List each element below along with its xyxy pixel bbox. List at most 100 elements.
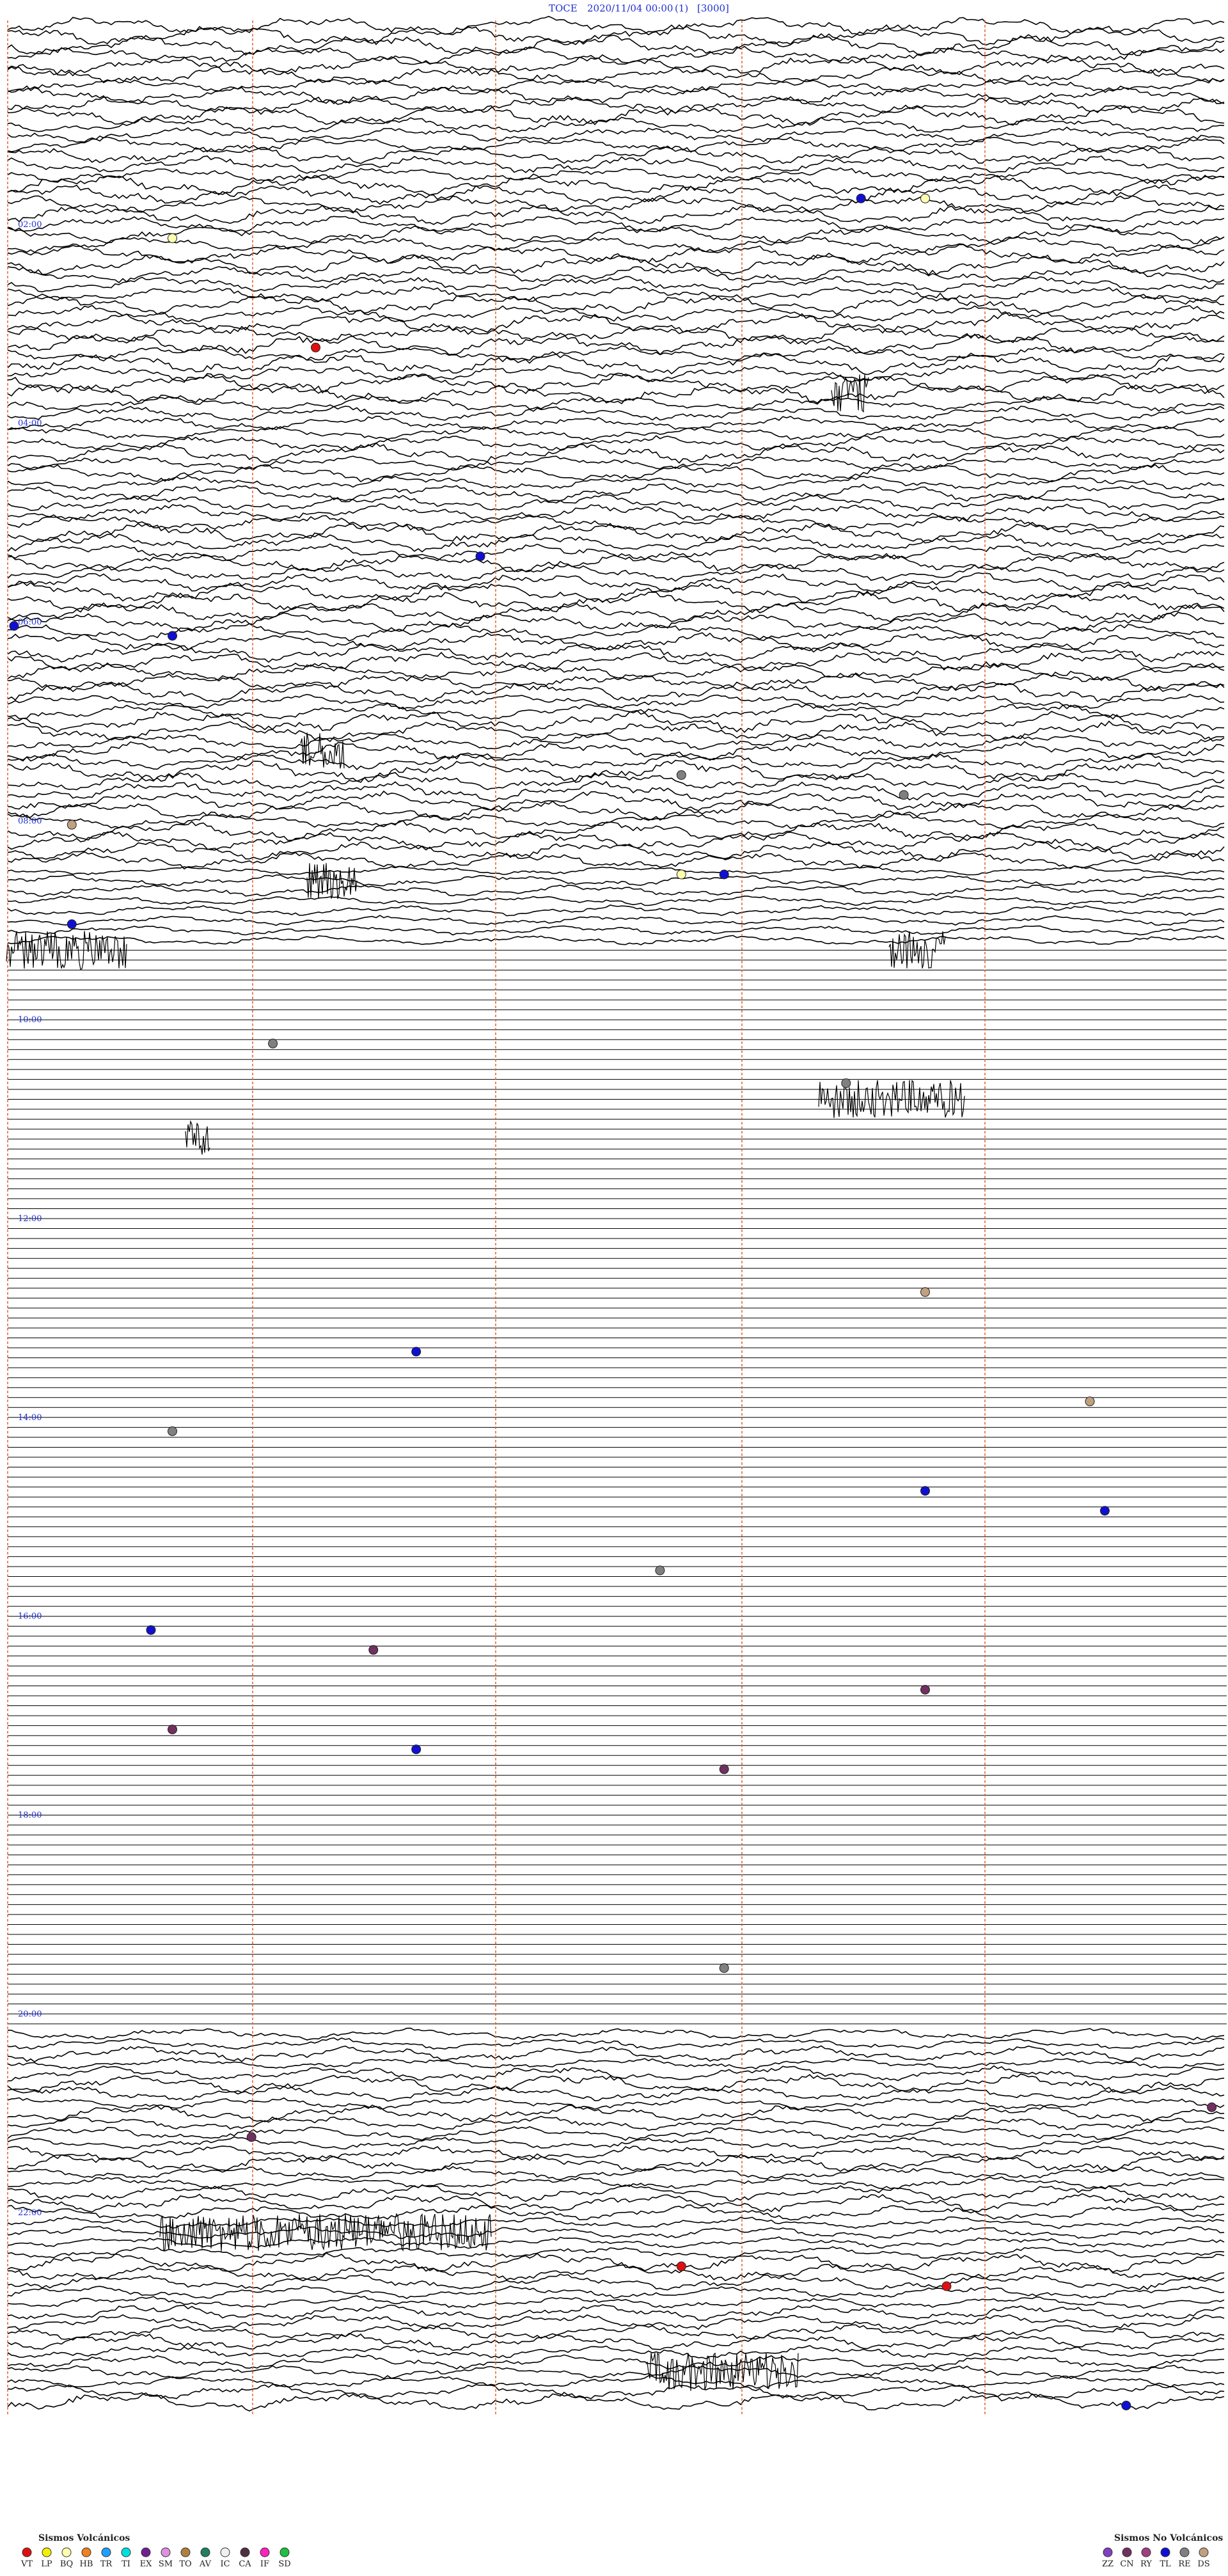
legend-nonvolcanic: Sismos No Volcánicos ZZ CN RY TL RE DS xyxy=(1102,2533,1223,2569)
legend-marker xyxy=(1122,2547,1132,2557)
trace-line xyxy=(7,365,1225,383)
legend-code: CA xyxy=(239,2559,251,2569)
trace-line xyxy=(7,2057,1225,2070)
trace-line xyxy=(7,820,1225,841)
trace-line xyxy=(7,632,1225,652)
trace-line xyxy=(7,503,1225,522)
trace-burst xyxy=(300,732,345,769)
trace-line xyxy=(7,155,1225,174)
legend-code: TL xyxy=(1160,2559,1171,2569)
event-marker xyxy=(368,1645,379,1655)
trace-line xyxy=(7,925,1225,936)
hour-label: 16:00 xyxy=(18,1612,42,1622)
legend-code: SD xyxy=(278,2559,290,2569)
trace-line xyxy=(7,244,1225,264)
legend-marker xyxy=(200,2547,210,2557)
trace-line xyxy=(7,406,1225,422)
legend-marker xyxy=(260,2547,270,2557)
trace-line xyxy=(7,373,1225,395)
trace-line xyxy=(7,292,1225,315)
event-marker xyxy=(920,193,930,203)
event-marker xyxy=(311,342,320,352)
event-marker xyxy=(676,770,686,780)
trace-line xyxy=(7,2104,1225,2122)
legend-code: TI xyxy=(122,2559,130,2569)
trace-line xyxy=(7,345,1225,361)
trace-line xyxy=(7,741,1225,762)
trace-line xyxy=(7,116,1225,134)
trace-line xyxy=(7,874,1225,887)
minute-gridlines xyxy=(7,20,986,2415)
hour-label: 18:00 xyxy=(18,1811,42,1821)
trace-line xyxy=(7,2193,1225,2213)
trace-line xyxy=(7,24,1225,46)
trace-line xyxy=(7,515,1225,532)
hour-label: 08:00 xyxy=(18,816,42,826)
seismogram-traces xyxy=(6,15,1227,2412)
trace-line xyxy=(7,2184,1225,2202)
event-marker xyxy=(1121,2401,1131,2410)
legend-code: EX xyxy=(140,2559,152,2569)
trace-line xyxy=(7,2236,1225,2249)
event-marker xyxy=(719,1963,729,1973)
trace-line xyxy=(7,494,1225,512)
trace-line xyxy=(7,126,1225,143)
event-marker xyxy=(676,869,686,880)
trace-line xyxy=(7,304,1225,322)
trace-line xyxy=(7,352,1225,375)
trace-line xyxy=(7,702,1225,720)
trace-line xyxy=(7,2324,1225,2341)
legend-code: RY xyxy=(1140,2559,1152,2569)
hour-labels: 02:00 04:00 06:00 08:00 10:00 12:00 14:00 16:00… xyxy=(18,220,42,2218)
event-marker xyxy=(168,1426,177,1436)
trace-line xyxy=(7,286,1225,303)
trace-line xyxy=(7,543,1225,562)
event-marker xyxy=(719,1764,729,1774)
legend-marker xyxy=(240,2547,250,2557)
header-scale: [3000] xyxy=(697,3,729,14)
legend-code: VT xyxy=(20,2559,33,2569)
trace-line xyxy=(7,455,1225,471)
trace-line xyxy=(7,2126,1225,2141)
trace-line xyxy=(7,865,1225,876)
event-marker xyxy=(268,1038,278,1048)
trace-line xyxy=(7,483,1225,503)
trace-line xyxy=(7,2045,1225,2063)
header-station: TOCE xyxy=(549,3,578,14)
event-marker xyxy=(168,631,177,641)
event-marker xyxy=(920,1486,930,1496)
legend-code: RE xyxy=(1178,2559,1190,2569)
legend-code: CN xyxy=(1120,2559,1133,2569)
trace-line xyxy=(7,96,1225,114)
legend-marker xyxy=(161,2547,171,2557)
event-marker xyxy=(67,819,77,830)
event-marker xyxy=(719,869,729,880)
event-marker xyxy=(411,1347,421,1357)
trace-line xyxy=(8,2037,1225,2050)
trace-line xyxy=(7,895,1225,906)
trace-line xyxy=(7,2375,1225,2389)
event-marker xyxy=(941,2281,952,2291)
trace-line xyxy=(7,693,1225,710)
event-marker xyxy=(920,1685,930,1695)
event-marker xyxy=(676,2261,686,2272)
legend-code: BQ xyxy=(60,2559,73,2569)
trace-line xyxy=(7,2273,1225,2291)
hour-label: 10:00 xyxy=(18,1015,42,1025)
event-marker xyxy=(67,919,77,929)
trace-line xyxy=(7,830,1225,851)
trace-line xyxy=(7,602,1225,622)
legend-marker xyxy=(121,2547,131,2557)
trace-line xyxy=(7,2027,1225,2041)
legend-marker xyxy=(22,2547,32,2557)
trace-line xyxy=(7,612,1225,632)
trace-line xyxy=(7,681,1225,702)
trace-line xyxy=(7,216,1225,233)
hour-label: 04:00 xyxy=(18,419,42,429)
event-marker xyxy=(411,1744,421,1755)
hour-label: 02:00 xyxy=(18,220,42,230)
legend-nonvolcanic-title: Sismos No Volcánicos xyxy=(1114,2533,1223,2543)
event-marker xyxy=(899,790,909,800)
trace-line xyxy=(7,2085,1225,2102)
trace-line xyxy=(7,85,1225,105)
